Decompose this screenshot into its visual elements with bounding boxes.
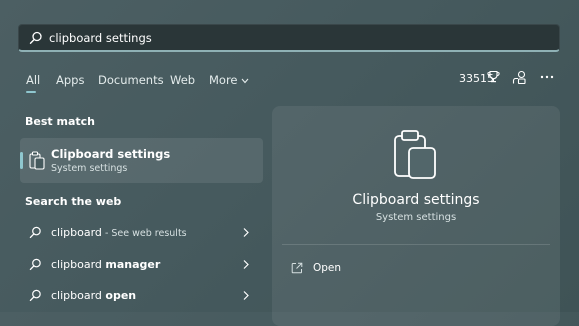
web-result-item[interactable]: clipboard manager: [20, 250, 263, 280]
web-result-prefix: clipboard: [51, 258, 106, 271]
web-result-text: clipboard - See web results: [51, 226, 187, 239]
tab-documents[interactable]: Documents: [98, 73, 164, 87]
open-action-label: Open: [313, 262, 342, 274]
tab-all[interactable]: All: [26, 73, 40, 87]
divider: [282, 244, 550, 245]
search-icon: [29, 258, 41, 271]
selection-indicator: [20, 152, 23, 169]
web-result-text: clipboard manager: [51, 258, 160, 271]
best-match-item[interactable]: Clipboard settings System settings: [20, 138, 263, 183]
search-input[interactable]: clipboard settings: [49, 31, 152, 45]
clipboard-icon: [394, 130, 436, 179]
tab-web[interactable]: Web: [170, 73, 195, 87]
chevron-down-icon: [241, 78, 248, 83]
best-match-heading: Best match: [25, 115, 95, 128]
organization-icon[interactable]: [512, 70, 527, 85]
best-match-title: Clipboard settings: [51, 147, 171, 161]
preview-title: Clipboard settings: [352, 192, 480, 208]
search-query-rest: settings: [102, 31, 152, 45]
chevron-right-icon: [243, 228, 249, 237]
web-result-prefix: clipboard: [51, 289, 106, 302]
open-external-icon: [291, 262, 303, 274]
search-icon: [29, 289, 41, 302]
chevron-right-icon: [243, 291, 249, 300]
search-web-heading: Search the web: [25, 195, 122, 208]
clipboard-icon: [29, 151, 45, 170]
web-result-item[interactable]: clipboard open: [20, 281, 263, 311]
web-result-hint: - See web results: [101, 228, 187, 239]
web-result-bold: open: [105, 289, 137, 302]
search-query-bold: clipboard: [49, 31, 103, 45]
search-icon: [29, 31, 42, 45]
search-box[interactable]: clipboard settings: [18, 24, 560, 52]
trophy-icon[interactable]: [487, 70, 500, 83]
tab-active-indicator: [26, 91, 36, 93]
web-result-text: clipboard open: [51, 289, 136, 302]
preview-panel: Clipboard settings System settings Open: [272, 106, 560, 326]
open-action[interactable]: Open: [282, 256, 550, 282]
web-result-prefix: clipboard: [51, 226, 102, 239]
best-match-subtitle: System settings: [51, 163, 128, 174]
more-options-icon[interactable]: [540, 74, 554, 80]
tab-more-label: More: [209, 73, 238, 87]
tab-apps[interactable]: Apps: [56, 73, 84, 87]
tab-more[interactable]: More: [209, 73, 249, 87]
search-icon: [29, 226, 41, 239]
chevron-right-icon: [243, 260, 249, 269]
preview-subtitle: System settings: [375, 212, 457, 223]
web-result-item[interactable]: clipboard - See web results: [20, 218, 263, 248]
web-result-bold: manager: [105, 258, 161, 271]
